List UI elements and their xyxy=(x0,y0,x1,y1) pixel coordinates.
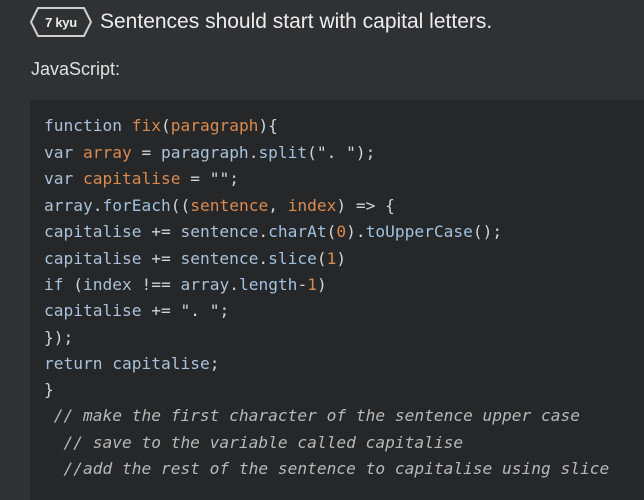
code-token: ) xyxy=(336,249,347,268)
code-comment: //add the rest of the sentence to capita… xyxy=(44,459,610,478)
code-token: length xyxy=(238,275,298,294)
code-token: . xyxy=(248,143,259,162)
code-token: function xyxy=(44,116,132,135)
code-token: if xyxy=(44,275,74,294)
code-token: += xyxy=(141,249,181,268)
code-token: ( xyxy=(326,222,337,241)
code-token: sentence xyxy=(190,196,269,215)
code-token: ) => { xyxy=(336,196,395,215)
code-token: }); xyxy=(44,328,74,347)
code-token: return xyxy=(44,354,113,373)
code-token: index xyxy=(83,275,132,294)
code-line: function fix(paragraph){ xyxy=(44,115,278,137)
code-token: forEach xyxy=(102,196,171,215)
code-token: ( xyxy=(316,249,327,268)
code-line: if (index !== array.length-1) xyxy=(44,274,327,296)
code-token: var xyxy=(44,169,83,188)
code-token: paragraph xyxy=(160,143,249,162)
code-token: - xyxy=(297,275,308,294)
code-token: 1 xyxy=(326,249,337,268)
code-token: ( xyxy=(160,116,171,135)
code-token: = xyxy=(131,143,161,162)
code-token: capitalise xyxy=(44,222,142,241)
code-line: var array = paragraph.split(". "); xyxy=(44,142,375,164)
code-token: ; xyxy=(229,169,239,188)
code-token: var xyxy=(44,143,83,162)
code-line: var capitalise = ""; xyxy=(44,168,239,190)
code-token: slice xyxy=(268,249,317,268)
code-line: capitalise += ". "; xyxy=(44,300,229,322)
code-token: split xyxy=(258,143,308,162)
code-block: function fix(paragraph){ var array = par… xyxy=(30,100,644,500)
code-token: ); xyxy=(355,143,376,162)
code-line: } xyxy=(44,379,54,401)
code-token: ; xyxy=(209,354,220,373)
code-token: . xyxy=(258,249,269,268)
code-token: ( xyxy=(73,275,83,294)
code-line: return capitalise; xyxy=(44,353,219,375)
code-comment: // save to the variable called capitalis… xyxy=(44,433,464,452)
code-token: index xyxy=(287,196,337,215)
code-token: capitalise xyxy=(82,169,181,188)
code-comment: // make the first character of the sente… xyxy=(44,406,581,425)
code-token: += xyxy=(141,222,181,241)
kyu-rank-label: 7 kyu xyxy=(45,14,77,30)
code-token: ( xyxy=(307,143,317,162)
code-token: = xyxy=(180,169,210,188)
code-line: array.forEach((sentence, index) => { xyxy=(44,195,395,217)
code-token: } xyxy=(44,380,54,399)
kata-header: 7 kyu Sentences should start with capita… xyxy=(30,6,630,38)
code-token: fix xyxy=(131,116,161,135)
code-token: (( xyxy=(170,196,191,215)
code-line: capitalise += sentence.slice(1) xyxy=(44,248,346,270)
kata-title[interactable]: Sentences should start with capital lett… xyxy=(100,10,492,34)
code-token: 1 xyxy=(307,275,317,294)
code-token: array xyxy=(44,196,93,215)
code-token: !== xyxy=(131,275,181,294)
code-token: , xyxy=(268,196,288,215)
code-token: capitalise xyxy=(112,354,210,373)
code-token: ; xyxy=(219,301,230,320)
code-token: paragraph xyxy=(170,116,259,135)
code-token: += xyxy=(141,301,181,320)
code-token: ". " xyxy=(316,143,356,162)
code-token: 0 xyxy=(336,222,347,241)
code-token: sentence xyxy=(180,249,259,268)
code-token: (); xyxy=(472,222,503,241)
code-line: capitalise += sentence.charAt(0).toUpper… xyxy=(44,221,502,243)
code-token: ){ xyxy=(258,116,278,135)
kyu-rank-badge: 7 kyu xyxy=(30,7,92,37)
code-line: }); xyxy=(44,327,73,349)
code-token: ) xyxy=(316,275,327,294)
code-token: ". " xyxy=(180,301,220,320)
code-token: charAt xyxy=(268,222,327,241)
code-token: array xyxy=(82,143,132,162)
code-token: "" xyxy=(209,169,230,188)
language-label: JavaScript: xyxy=(31,59,121,79)
code-token: sentence xyxy=(180,222,259,241)
code-token: capitalise xyxy=(44,301,142,320)
code-token: ). xyxy=(346,222,366,241)
code-token: toUpperCase xyxy=(365,222,473,241)
code-token: capitalise xyxy=(44,249,142,268)
code-token: . xyxy=(258,222,269,241)
code-token: . xyxy=(229,275,239,294)
code-token: array xyxy=(180,275,230,294)
